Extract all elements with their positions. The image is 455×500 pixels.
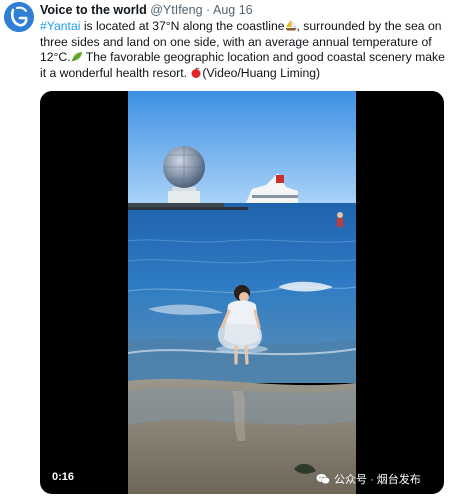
avatar[interactable] <box>4 2 34 32</box>
wechat-icon <box>316 474 330 484</box>
tweet-header: Voice to the world @YtIfeng · Aug 16 <box>40 3 253 18</box>
separator-dot: · <box>206 3 211 17</box>
logo-avatar-icon <box>4 2 34 32</box>
beach-scene <box>128 91 356 494</box>
video-player[interactable]: 0:16 <box>40 91 444 494</box>
user-handle[interactable]: @YtIfeng <box>150 3 202 17</box>
video-frame[interactable] <box>128 91 356 494</box>
tweet-text-part-4: (Video/Huang Liming) <box>202 65 321 80</box>
red-apple-icon <box>191 66 201 78</box>
watermark: 公众号 · 烟台发布 <box>316 471 421 487</box>
hashtag-link[interactable]: #Yantai <box>40 19 80 33</box>
sailboat-icon <box>285 20 297 31</box>
tweet-text-part-1: is located at 37°N along the coastline <box>80 19 285 33</box>
tweet-text: #Yantai is located at 37°N along the coa… <box>40 19 448 81</box>
leaf-icon <box>71 52 82 62</box>
video-duration: 0:16 <box>52 471 75 483</box>
display-name[interactable]: Voice to the world <box>40 3 147 17</box>
tweet-date[interactable]: Aug 16 <box>213 3 253 17</box>
watermark-text: 公众号 · 烟台发布 <box>334 474 421 486</box>
